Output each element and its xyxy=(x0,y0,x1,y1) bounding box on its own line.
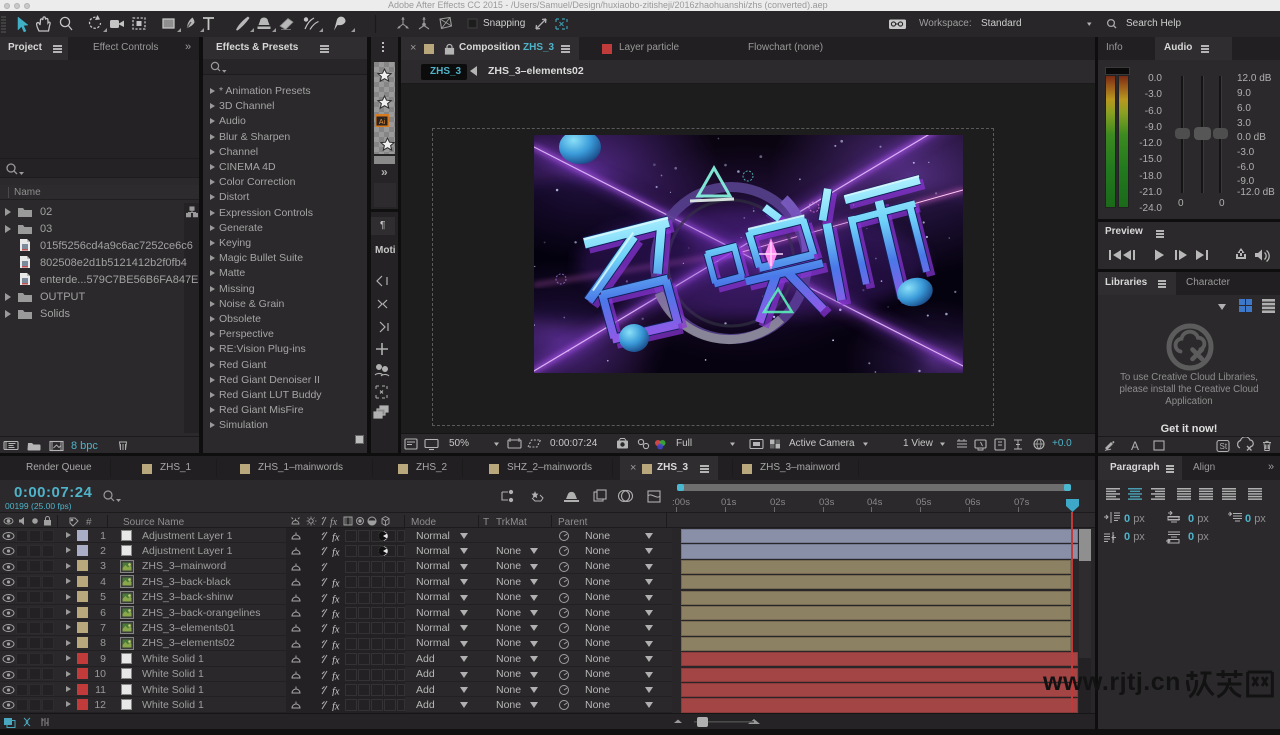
svg-text:fx: fx xyxy=(330,517,338,528)
svg-text:fx: fx xyxy=(332,640,340,650)
svg-text:TrkMat: TrkMat xyxy=(496,517,527,528)
svg-text:fx: fx xyxy=(332,579,340,589)
svg-text:fx: fx xyxy=(332,594,340,604)
svg-text:fx: fx xyxy=(332,702,340,712)
svg-text:fx: fx xyxy=(332,671,340,681)
svg-text:A: A xyxy=(1131,439,1139,453)
svg-text:Ai: Ai xyxy=(379,119,386,126)
svg-text:Parent: Parent xyxy=(558,517,588,528)
svg-text:fx: fx xyxy=(332,548,340,558)
svg-text:fx: fx xyxy=(332,625,340,635)
svg-text:Mode: Mode xyxy=(411,517,436,528)
svg-text:fx: fx xyxy=(332,687,340,697)
svg-text:fx: fx xyxy=(332,610,340,620)
svg-text:fx: fx xyxy=(332,533,340,543)
svg-text:#: # xyxy=(86,517,92,528)
svg-text:T: T xyxy=(483,517,489,528)
svg-text:fx: fx xyxy=(332,656,340,666)
svg-text:Source Name: Source Name xyxy=(123,517,185,528)
svg-text:St: St xyxy=(1220,442,1228,451)
